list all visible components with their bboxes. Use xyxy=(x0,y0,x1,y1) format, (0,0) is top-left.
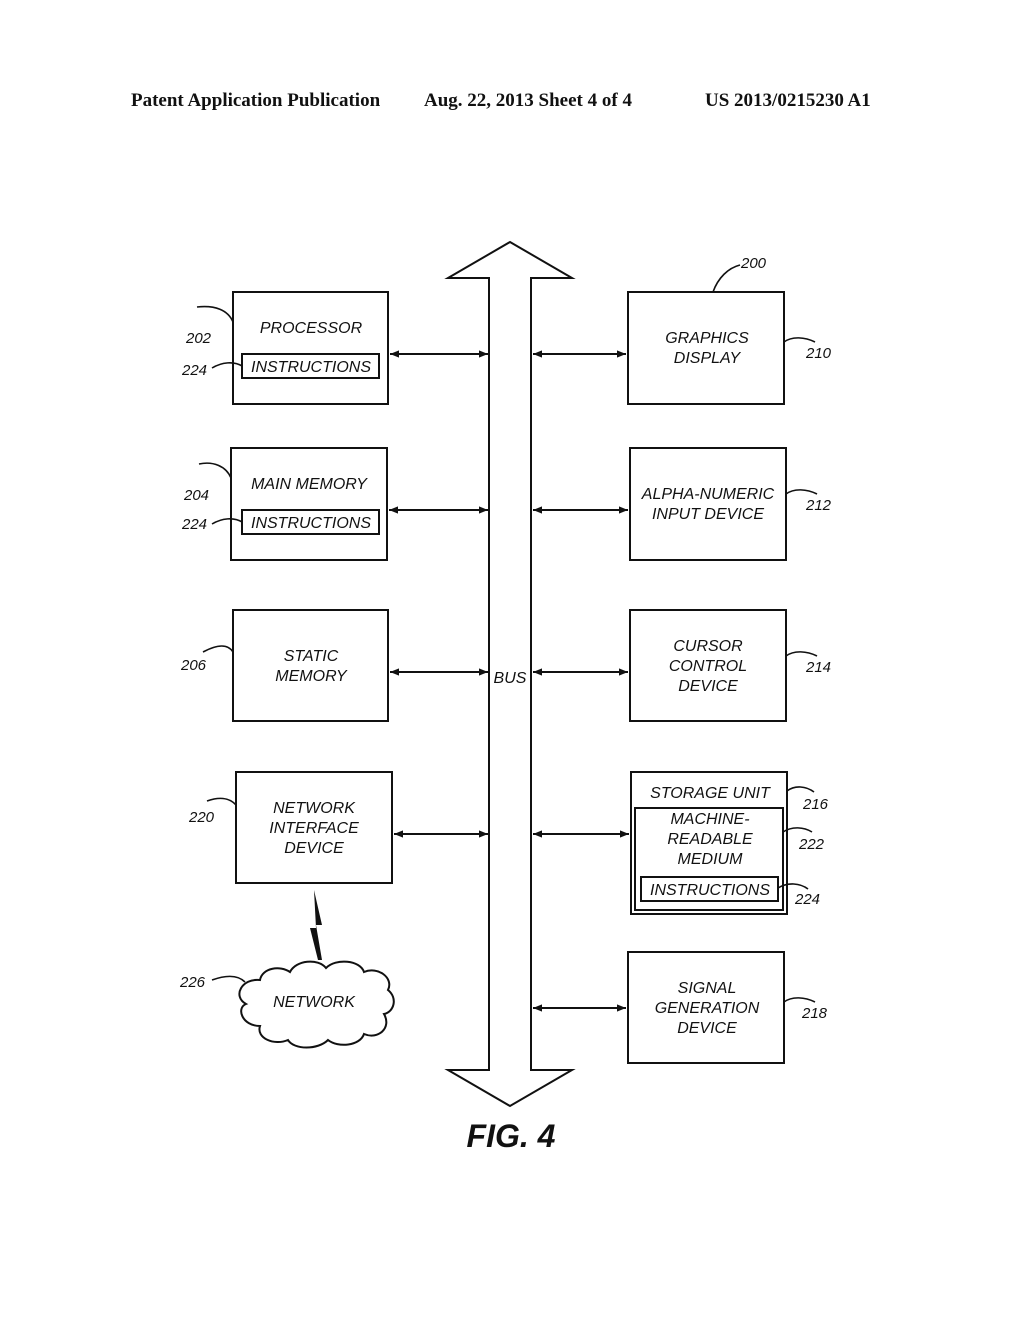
bus-label: BUS xyxy=(494,670,527,687)
graphics-display-label-line2: DISPLAY xyxy=(674,350,742,367)
cursor-control-device-block: CURSOR CONTROL DEVICE 214 xyxy=(629,609,831,722)
instructions-label: INSTRUCTIONS xyxy=(251,515,371,532)
network-cloud: NETWORK 226 xyxy=(179,960,395,1049)
leader-line xyxy=(712,264,741,293)
ref-212: 212 xyxy=(805,497,832,514)
ref-200: 200 xyxy=(740,255,767,272)
ref-210: 210 xyxy=(805,345,832,362)
alpha-numeric-label-line1: ALPHA-NUMERIC xyxy=(641,486,775,503)
static-memory-label-line2: MEMORY xyxy=(275,668,348,685)
ref-226: 226 xyxy=(179,974,206,991)
machine-readable-label-line3: MEDIUM xyxy=(678,851,744,868)
graphics-display-block: GRAPHICS DISPLAY 210 xyxy=(627,291,832,405)
network-interface-device-block: NETWORK INTERFACE DEVICE 220 xyxy=(188,771,393,884)
ref-206: 206 xyxy=(180,657,207,674)
cursor-control-label-line3: DEVICE xyxy=(678,678,738,695)
machine-readable-label-line1: MACHINE- xyxy=(670,811,749,828)
cursor-control-label-line1: CURSOR xyxy=(673,638,743,655)
storage-unit-label: STORAGE UNIT xyxy=(650,785,771,802)
machine-readable-label-line2: READABLE xyxy=(667,831,753,848)
figure-label: FIG. 4 xyxy=(467,1118,556,1154)
ref-214: 214 xyxy=(805,659,831,676)
ref-202: 202 xyxy=(185,330,212,347)
ref-204: 204 xyxy=(183,487,209,504)
storage-unit-block: STORAGE UNIT MACHINE- READABLE MEDIUM IN… xyxy=(630,771,829,915)
graphics-display-label-line1: GRAPHICS xyxy=(665,330,749,347)
alpha-numeric-label-line2: INPUT DEVICE xyxy=(652,506,764,523)
ref-224: 224 xyxy=(794,891,820,908)
ref-216: 216 xyxy=(802,796,829,813)
signal-generation-label-line2: GENERATION xyxy=(655,1000,760,1017)
static-memory-label-line1: STATIC xyxy=(284,648,339,665)
ref-224: 224 xyxy=(181,362,207,379)
ref-218: 218 xyxy=(801,1005,828,1022)
main-memory-label: MAIN MEMORY xyxy=(251,476,368,493)
signal-generation-label-line1: SIGNAL xyxy=(678,980,737,997)
instructions-label: INSTRUCTIONS xyxy=(650,882,770,899)
processor-block: PROCESSOR INSTRUCTIONS 202 224 xyxy=(181,291,389,405)
ref-222: 222 xyxy=(798,836,825,853)
signal-generation-device-block: SIGNAL GENERATION DEVICE 218 xyxy=(627,951,828,1064)
main-memory-block: MAIN MEMORY INSTRUCTIONS 204 224 xyxy=(181,447,388,561)
signal-generation-label-line3: DEVICE xyxy=(677,1020,737,1037)
cursor-control-label-line2: CONTROL xyxy=(669,658,747,675)
nid-label-line2: INTERFACE xyxy=(269,820,359,837)
ref-220: 220 xyxy=(188,809,215,826)
static-memory-block: STATIC MEMORY 206 xyxy=(180,609,389,722)
nid-label-line3: DEVICE xyxy=(284,840,344,857)
alpha-numeric-input-device-block: ALPHA-NUMERIC INPUT DEVICE 212 xyxy=(629,447,832,561)
nid-label-line1: NETWORK xyxy=(273,800,356,817)
block-diagram: BUS 200 PROCESSOR INSTRUCTIONS 202 224 M… xyxy=(179,240,832,1154)
instructions-label: INSTRUCTIONS xyxy=(251,359,371,376)
processor-label: PROCESSOR xyxy=(260,320,363,337)
network-label: NETWORK xyxy=(273,994,356,1011)
ref-224: 224 xyxy=(181,516,207,533)
wireless-link-icon xyxy=(310,890,322,960)
